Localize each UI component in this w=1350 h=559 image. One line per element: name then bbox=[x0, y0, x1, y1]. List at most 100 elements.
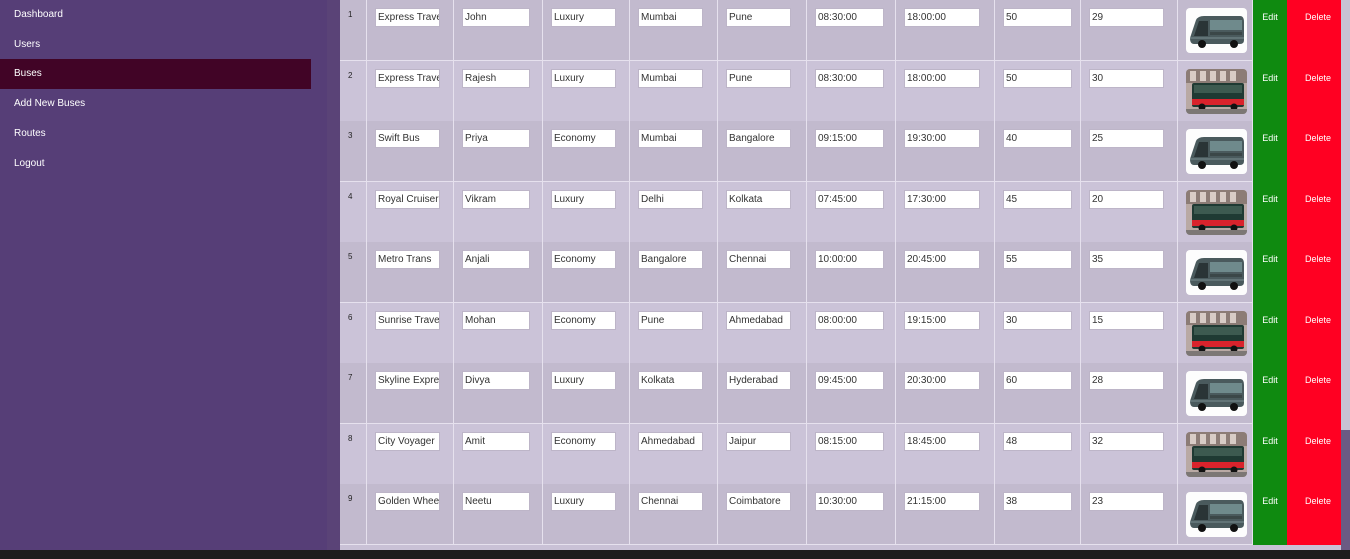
to-input[interactable]: Kolkata bbox=[726, 189, 791, 209]
from-input[interactable]: Delhi bbox=[638, 189, 703, 209]
type-input[interactable]: Luxury bbox=[551, 68, 616, 88]
arrival-input[interactable]: 18:00:00 bbox=[904, 8, 980, 27]
to-input[interactable]: Pune bbox=[726, 8, 791, 27]
available-input[interactable]: 23 bbox=[1089, 492, 1164, 511]
delete-button[interactable]: Delete bbox=[1287, 121, 1349, 182]
from-input[interactable]: Bangalore bbox=[638, 250, 703, 269]
driver-input[interactable]: Divya bbox=[462, 371, 530, 390]
from-input[interactable]: Pune bbox=[638, 310, 703, 330]
delete-button[interactable]: Delete bbox=[1287, 0, 1349, 61]
type-input[interactable]: Luxury bbox=[551, 371, 616, 390]
type-input[interactable]: Luxury bbox=[551, 492, 616, 511]
arrival-input[interactable]: 21:15:00 bbox=[904, 492, 980, 511]
arrival-input[interactable]: 18:45:00 bbox=[904, 431, 980, 451]
delete-button[interactable]: Delete bbox=[1287, 302, 1349, 364]
delete-button[interactable]: Delete bbox=[1287, 363, 1349, 424]
driver-input[interactable]: John bbox=[462, 8, 530, 27]
arrival-input[interactable]: 19:30:00 bbox=[904, 129, 980, 148]
departure-input[interactable]: 08:30:00 bbox=[815, 68, 884, 88]
to-input[interactable]: Chennai bbox=[726, 250, 791, 269]
driver-input[interactable]: Vikram bbox=[462, 189, 530, 209]
bus-name-input[interactable]: City Voyager bbox=[375, 431, 440, 451]
capacity-input[interactable]: 50 bbox=[1003, 8, 1072, 27]
type-input[interactable]: Luxury bbox=[551, 189, 616, 209]
bus-name-input[interactable]: Royal Cruiser bbox=[375, 189, 440, 209]
from-input[interactable]: Ahmedabad bbox=[638, 431, 703, 451]
bus-name-input[interactable]: Metro Trans bbox=[375, 250, 440, 269]
to-input[interactable]: Pune bbox=[726, 68, 791, 88]
departure-input[interactable]: 07:45:00 bbox=[815, 189, 884, 209]
vertical-scrollbar[interactable] bbox=[1341, 0, 1350, 550]
available-input[interactable]: 28 bbox=[1089, 371, 1164, 390]
available-input[interactable]: 20 bbox=[1089, 189, 1164, 209]
departure-input[interactable]: 08:00:00 bbox=[815, 310, 884, 330]
from-input[interactable]: Kolkata bbox=[638, 371, 703, 390]
from-input[interactable]: Mumbai bbox=[638, 129, 703, 148]
sidebar-item-buses[interactable]: Buses bbox=[0, 59, 311, 89]
bus-name-input[interactable]: Express Trave bbox=[375, 8, 440, 27]
sidebar-item-routes[interactable]: Routes bbox=[0, 119, 311, 149]
capacity-input[interactable]: 30 bbox=[1003, 310, 1072, 330]
driver-input[interactable]: Anjali bbox=[462, 250, 530, 269]
to-input[interactable]: Coimbatore bbox=[726, 492, 791, 511]
arrival-input[interactable]: 17:30:00 bbox=[904, 189, 980, 209]
available-input[interactable]: 35 bbox=[1089, 250, 1164, 269]
delete-button[interactable]: Delete bbox=[1287, 242, 1349, 303]
edit-button[interactable]: Edit bbox=[1253, 0, 1287, 61]
capacity-input[interactable]: 45 bbox=[1003, 189, 1072, 209]
edit-button[interactable]: Edit bbox=[1253, 302, 1287, 364]
driver-input[interactable]: Rajesh bbox=[462, 68, 530, 88]
bus-name-input[interactable]: Skyline Expres bbox=[375, 371, 440, 390]
available-input[interactable]: 30 bbox=[1089, 68, 1164, 88]
from-input[interactable]: Mumbai bbox=[638, 68, 703, 88]
delete-button[interactable]: Delete bbox=[1287, 484, 1349, 545]
departure-input[interactable]: 08:30:00 bbox=[815, 8, 884, 27]
driver-input[interactable]: Mohan bbox=[462, 310, 530, 330]
edit-button[interactable]: Edit bbox=[1253, 484, 1287, 545]
bus-name-input[interactable]: Golden Whee bbox=[375, 492, 440, 511]
available-input[interactable]: 15 bbox=[1089, 310, 1164, 330]
delete-button[interactable]: Delete bbox=[1287, 423, 1349, 485]
edit-button[interactable]: Edit bbox=[1253, 423, 1287, 485]
bus-name-input[interactable]: Swift Bus bbox=[375, 129, 440, 148]
type-input[interactable]: Luxury bbox=[551, 8, 616, 27]
departure-input[interactable]: 09:15:00 bbox=[815, 129, 884, 148]
departure-input[interactable]: 10:00:00 bbox=[815, 250, 884, 269]
type-input[interactable]: Economy bbox=[551, 129, 616, 148]
driver-input[interactable]: Priya bbox=[462, 129, 530, 148]
to-input[interactable]: Jaipur bbox=[726, 431, 791, 451]
capacity-input[interactable]: 60 bbox=[1003, 371, 1072, 390]
arrival-input[interactable]: 20:45:00 bbox=[904, 250, 980, 269]
bus-name-input[interactable]: Sunrise Travel bbox=[375, 310, 440, 330]
edit-button[interactable]: Edit bbox=[1253, 121, 1287, 182]
delete-button[interactable]: Delete bbox=[1287, 60, 1349, 122]
type-input[interactable]: Economy bbox=[551, 250, 616, 269]
to-input[interactable]: Bangalore bbox=[726, 129, 791, 148]
type-input[interactable]: Economy bbox=[551, 431, 616, 451]
capacity-input[interactable]: 40 bbox=[1003, 129, 1072, 148]
capacity-input[interactable]: 48 bbox=[1003, 431, 1072, 451]
delete-button[interactable]: Delete bbox=[1287, 181, 1349, 243]
to-input[interactable]: Ahmedabad bbox=[726, 310, 791, 330]
type-input[interactable]: Economy bbox=[551, 310, 616, 330]
available-input[interactable]: 32 bbox=[1089, 431, 1164, 451]
driver-input[interactable]: Neetu bbox=[462, 492, 530, 511]
available-input[interactable]: 29 bbox=[1089, 8, 1164, 27]
sidebar-item-dashboard[interactable]: Dashboard bbox=[0, 0, 311, 30]
driver-input[interactable]: Amit bbox=[462, 431, 530, 451]
sidebar-item-users[interactable]: Users bbox=[0, 30, 311, 60]
arrival-input[interactable]: 20:30:00 bbox=[904, 371, 980, 390]
edit-button[interactable]: Edit bbox=[1253, 363, 1287, 424]
departure-input[interactable]: 08:15:00 bbox=[815, 431, 884, 451]
bus-name-input[interactable]: Express Trave bbox=[375, 68, 440, 88]
departure-input[interactable]: 09:45:00 bbox=[815, 371, 884, 390]
to-input[interactable]: Hyderabad bbox=[726, 371, 791, 390]
capacity-input[interactable]: 55 bbox=[1003, 250, 1072, 269]
departure-input[interactable]: 10:30:00 bbox=[815, 492, 884, 511]
scrollbar-thumb[interactable] bbox=[1341, 0, 1350, 430]
available-input[interactable]: 25 bbox=[1089, 129, 1164, 148]
arrival-input[interactable]: 18:00:00 bbox=[904, 68, 980, 88]
edit-button[interactable]: Edit bbox=[1253, 60, 1287, 122]
from-input[interactable]: Mumbai bbox=[638, 8, 703, 27]
edit-button[interactable]: Edit bbox=[1253, 181, 1287, 243]
